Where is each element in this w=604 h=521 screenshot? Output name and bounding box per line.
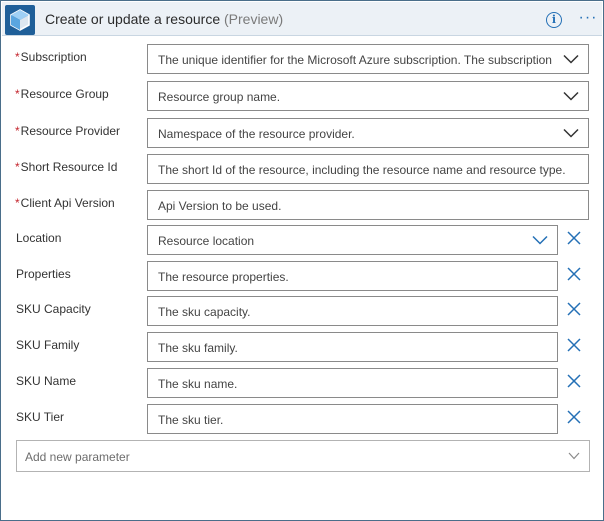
parameter-label: *Subscription [15,50,87,64]
parameter-label-text: Short Resource Id [20,160,118,174]
required-asterisk: * [15,124,20,138]
parameter-label: *Client Api Version [15,196,115,210]
azure-cube-icon [5,5,35,35]
parameter-label: Properties [16,267,71,281]
parameter-label-text: SKU Family [16,338,80,352]
parameter-placeholder: The resource properties. [158,270,289,284]
parameter-placeholder: The short Id of the resource, including … [158,163,566,177]
parameter-placeholder: The sku name. [158,377,238,391]
chevron-down-icon[interactable] [563,128,579,138]
parameter-input[interactable]: The sku family. [147,332,558,362]
close-icon[interactable] [567,374,581,388]
parameter-label: *Resource Group [15,87,109,101]
parameter-input[interactable]: The sku name. [147,368,558,398]
parameter-row: *Subscription The unique identifier for t… [1,44,604,74]
parameter-row: *Short Resource Id The short Id of the re… [1,154,604,184]
parameter-label-text: Subscription [20,50,87,64]
chevron-down-icon [568,452,580,460]
parameter-placeholder: The sku tier. [158,413,224,427]
close-icon[interactable] [567,338,581,352]
preview-tag: (Preview) [224,11,284,27]
info-icon[interactable]: i [546,12,562,28]
parameter-row: Location Resource location [1,225,604,255]
required-asterisk: * [15,196,20,210]
parameter-placeholder: The sku family. [158,341,238,355]
parameter-label-text: Client Api Version [20,196,115,210]
parameter-row: *Client Api Version Api Version to be use… [1,190,604,220]
parameter-placeholder: The unique identifier for the Microsoft … [158,53,552,67]
parameter-row: *Resource Provider Namespace of the resou… [1,118,604,148]
title-text: Create or update a resource [45,11,221,27]
parameter-label-text: SKU Capacity [16,302,91,316]
parameter-label: SKU Tier [16,410,64,424]
parameter-placeholder: Resource group name. [158,90,281,104]
parameter-label-text: Resource Provider [20,124,121,138]
parameter-row: SKU Family The sku family. [1,332,604,362]
parameter-label-text: Resource Group [20,87,109,101]
parameter-label: *Resource Provider [15,124,120,138]
parameter-dropdown[interactable]: Namespace of the resource provider. [147,118,589,148]
close-icon[interactable] [567,302,581,316]
parameter-dropdown[interactable]: Resource location [147,225,558,255]
close-icon[interactable] [567,267,581,281]
parameter-row: Properties The resource properties. [1,261,604,291]
parameter-row: SKU Capacity The sku capacity. [1,296,604,326]
parameter-label-text: SKU Name [16,374,77,388]
parameter-row: SKU Name The sku name. [1,368,604,398]
chevron-down-icon[interactable] [563,54,579,64]
parameter-label: *Short Resource Id [15,160,117,174]
parameter-placeholder: Namespace of the resource provider. [158,127,355,141]
parameter-row: SKU Tier The sku tier. [1,404,604,434]
required-asterisk: * [15,50,20,64]
card-title: Create or update a resource (Preview) [45,11,283,27]
card-header[interactable]: Create or update a resource (Preview) i … [2,2,602,36]
add-new-parameter-dropdown[interactable]: Add new parameter [16,440,590,472]
parameter-placeholder: Resource location [158,234,255,248]
parameter-dropdown[interactable]: Resource group name. [147,81,589,111]
parameter-input[interactable]: The resource properties. [147,261,558,291]
parameter-label: SKU Family [16,338,79,352]
parameter-dropdown[interactable]: The unique identifier for the Microsoft … [147,44,589,74]
parameter-label: SKU Capacity [16,302,91,316]
chevron-down-icon[interactable] [563,91,579,101]
parameter-label: SKU Name [16,374,76,388]
parameter-label: Location [16,231,61,245]
close-icon[interactable] [567,410,581,424]
more-icon[interactable]: ··· [578,8,598,28]
parameter-input[interactable]: The sku tier. [147,404,558,434]
action-card: Create or update a resource (Preview) i … [0,0,604,521]
parameter-label-text: SKU Tier [16,410,65,424]
parameter-input[interactable]: The short Id of the resource, including … [147,154,589,184]
close-icon[interactable] [567,231,581,245]
parameter-input[interactable]: Api Version to be used. [147,190,589,220]
parameter-placeholder: The sku capacity. [158,305,251,319]
parameter-placeholder: Api Version to be used. [158,199,282,213]
add-new-parameter-label: Add new parameter [25,450,130,464]
required-asterisk: * [15,160,20,174]
parameter-label-text: Location [16,231,62,245]
chevron-down-icon[interactable] [532,235,548,245]
parameter-input[interactable]: The sku capacity. [147,296,558,326]
parameter-row: *Resource Group Resource group name. [1,81,604,111]
required-asterisk: * [15,87,20,101]
parameter-label-text: Properties [16,267,71,281]
